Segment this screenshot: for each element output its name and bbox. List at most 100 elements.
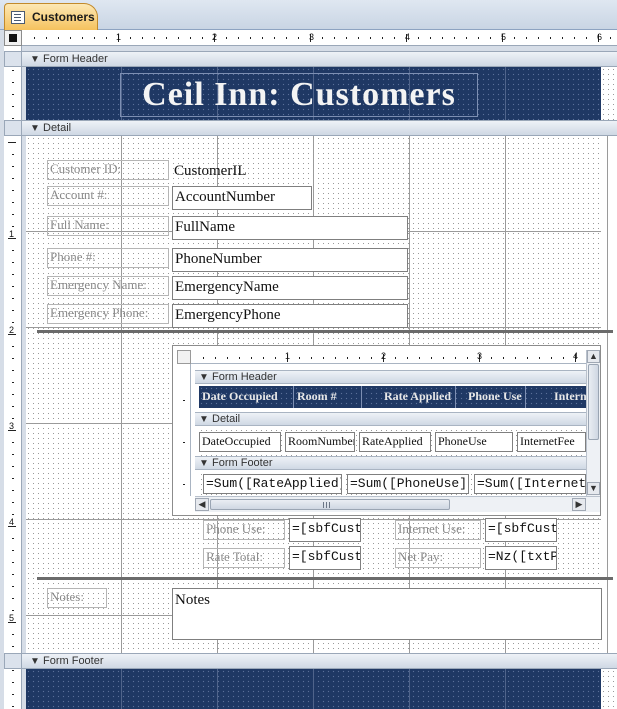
subform-sum-phone[interactable]: =Sum([PhoneUse]) bbox=[347, 474, 469, 494]
label-phone-use[interactable]: Phone Use: bbox=[203, 520, 285, 540]
ruler-tick bbox=[12, 466, 14, 467]
ruler-tick bbox=[371, 357, 372, 359]
subform-field[interactable]: DateOccupied bbox=[199, 432, 281, 452]
section-selector[interactable] bbox=[4, 120, 22, 136]
subform-section-bar-header[interactable]: ▼ Form Header bbox=[195, 370, 586, 384]
subform-header-area[interactable]: Date Occupied Room # Rate Applied Phone … bbox=[199, 386, 586, 408]
chevron-down-icon: ▼ bbox=[199, 414, 209, 425]
subform-field[interactable]: RateApplied bbox=[359, 432, 431, 452]
field-full-name[interactable]: FullName bbox=[172, 216, 408, 240]
field-notes[interactable]: Notes bbox=[172, 588, 602, 640]
column-header[interactable]: Rate Applied bbox=[362, 386, 456, 408]
ruler-number: 2 bbox=[212, 32, 218, 42]
field-phone-use-total[interactable]: =[sbfCusto bbox=[289, 518, 361, 542]
column-header[interactable]: Internet Use bbox=[526, 386, 586, 408]
field-account-number[interactable]: AccountNumber bbox=[172, 186, 312, 210]
subform-field[interactable]: RoomNumber bbox=[285, 432, 355, 452]
ruler-tick bbox=[12, 694, 14, 695]
subform-detail-area[interactable]: DateOccupied RoomNumber RateApplied Phon… bbox=[199, 428, 586, 456]
section-bar-form-header[interactable]: ▼ Form Header bbox=[22, 51, 617, 67]
section-selector[interactable] bbox=[4, 51, 22, 67]
separator-line[interactable] bbox=[37, 330, 613, 333]
section-selector[interactable] bbox=[4, 653, 22, 669]
field-rate-total[interactable]: =[sbfCusto bbox=[289, 546, 361, 570]
ruler-tick bbox=[203, 357, 204, 359]
scroll-down-icon[interactable]: ▼ bbox=[587, 482, 600, 495]
chevron-down-icon: ▼ bbox=[199, 372, 209, 383]
column-header[interactable]: Date Occupied bbox=[199, 386, 294, 408]
subform-field[interactable]: InternetFee bbox=[517, 432, 586, 452]
scrollbar-thumb[interactable] bbox=[210, 499, 450, 510]
subform-selector-box[interactable] bbox=[177, 350, 191, 364]
subform-section-bar-footer[interactable]: ▼ Form Footer bbox=[195, 456, 586, 470]
vertical-scrollbar[interactable]: ▲ ▼ bbox=[586, 350, 600, 496]
label-notes[interactable]: Notes: bbox=[47, 588, 107, 608]
label-net-pay[interactable]: Net Pay: bbox=[395, 548, 481, 568]
subform-field[interactable]: PhoneUse bbox=[435, 432, 513, 452]
subform-control[interactable]: 1 2 3 4 ▼ Form Header Date Occupied Room… bbox=[172, 345, 601, 516]
subform-sum-rate[interactable]: =Sum([RateApplied]) bbox=[203, 474, 342, 494]
tab-customers[interactable]: Customers bbox=[4, 3, 98, 30]
label-rate-total[interactable]: Rate Total: bbox=[203, 548, 285, 568]
column-header[interactable]: Room # bbox=[294, 386, 362, 408]
form-footer-area[interactable] bbox=[26, 669, 601, 709]
ruler-tick bbox=[12, 442, 14, 443]
field-emergency-phone[interactable]: EmergencyPhone bbox=[172, 304, 408, 328]
ruler-tick bbox=[286, 37, 287, 39]
ruler-tick bbox=[491, 357, 492, 359]
ruler-number: 4 bbox=[573, 351, 579, 361]
page-title[interactable]: Ceil Inn: Customers bbox=[120, 73, 478, 117]
scroll-up-icon[interactable]: ▲ bbox=[587, 350, 600, 363]
scrollbar-thumb[interactable] bbox=[588, 364, 599, 440]
column-header[interactable]: Phone Use bbox=[456, 386, 526, 408]
ruler-tick bbox=[142, 37, 143, 39]
ruler-tick bbox=[12, 358, 14, 359]
subform-footer-area[interactable]: =Sum([RateApplied]) =Sum([PhoneUse]) =Su… bbox=[199, 472, 586, 496]
ruler-tick bbox=[455, 357, 456, 359]
ruler-tick bbox=[70, 37, 71, 39]
ruler-tick bbox=[298, 37, 299, 39]
separator-line[interactable] bbox=[37, 577, 613, 580]
field-internet-use-total[interactable]: =[sbfCusto bbox=[485, 518, 557, 542]
ruler-number: 1 bbox=[285, 351, 291, 361]
label-internet-use[interactable]: Internet Use: bbox=[395, 520, 481, 540]
label-phone-number[interactable]: Phone #: bbox=[47, 248, 169, 268]
ruler-tick bbox=[12, 670, 14, 671]
subform-vertical-ruler[interactable] bbox=[177, 364, 191, 496]
section-bar-detail[interactable]: ▼ Detail bbox=[22, 120, 617, 136]
label-account-number[interactable]: Account #: bbox=[47, 186, 169, 206]
ruler-tick bbox=[442, 37, 443, 39]
ruler-tick bbox=[12, 502, 14, 503]
form-selector-box[interactable] bbox=[4, 30, 22, 46]
ruler-tick bbox=[12, 286, 14, 287]
ruler-tick bbox=[515, 357, 516, 359]
ruler-tick bbox=[12, 562, 14, 563]
label-emergency-phone[interactable]: Emergency Phone: bbox=[47, 304, 169, 324]
label-full-name[interactable]: Full Name: bbox=[47, 216, 169, 236]
scroll-left-icon[interactable]: ◀ bbox=[195, 498, 209, 511]
horizontal-ruler[interactable]: 1 2 3 4 5 6 bbox=[22, 30, 617, 46]
ruler-tick bbox=[12, 550, 14, 551]
ruler-tick bbox=[12, 706, 14, 707]
subform-sum-internet[interactable]: =Sum([InternetFe bbox=[474, 474, 586, 494]
field-customer-id[interactable]: CustomerIL bbox=[172, 160, 312, 182]
ruler-tick bbox=[12, 478, 14, 479]
ruler-tick bbox=[12, 682, 14, 683]
field-emergency-name[interactable]: EmergencyName bbox=[172, 276, 408, 300]
label-customer-id[interactable]: Customer ID: bbox=[47, 160, 169, 180]
subform-section-bar-detail[interactable]: ▼ Detail bbox=[195, 412, 586, 426]
ruler-tick bbox=[12, 226, 14, 227]
ruler-tick bbox=[12, 490, 14, 491]
label-emergency-name[interactable]: Emergency Name: bbox=[47, 276, 169, 296]
scroll-right-icon[interactable]: ▶ bbox=[572, 498, 586, 511]
section-bar-form-footer[interactable]: ▼ Form Footer bbox=[22, 653, 617, 669]
subform-ruler[interactable]: 1 2 3 4 bbox=[191, 350, 586, 364]
horizontal-scrollbar[interactable]: ◀ ▶ bbox=[195, 496, 600, 512]
ruler-tick bbox=[299, 357, 300, 359]
ruler-tick bbox=[335, 357, 336, 359]
ruler-tick bbox=[12, 394, 14, 395]
field-phone-number[interactable]: PhoneNumber bbox=[172, 248, 408, 272]
vertical-ruler[interactable]: 1 2 3 4 5 bbox=[4, 46, 22, 709]
field-net-pay[interactable]: =Nz([txtPh bbox=[485, 546, 557, 570]
ruler-tick bbox=[190, 37, 191, 39]
